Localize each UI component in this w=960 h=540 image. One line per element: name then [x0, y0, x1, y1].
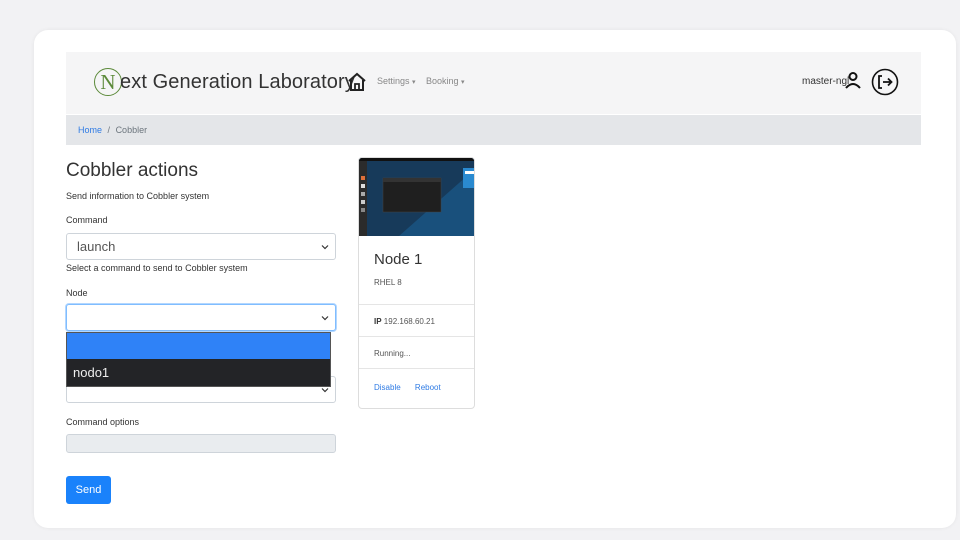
node-name: Node 1: [374, 251, 423, 268]
page-title: Cobbler actions: [66, 160, 199, 181]
node-os: RHEL 8: [374, 278, 402, 287]
brand-logo[interactable]: N ext Generation Laboratory: [94, 68, 355, 96]
caret-down-icon: ▾: [412, 79, 416, 86]
send-button[interactable]: Send: [66, 476, 111, 504]
brand-initial: N: [94, 68, 122, 96]
reboot-link[interactable]: Reboot: [415, 383, 441, 392]
node-card: Node 1 RHEL 8 IP 192.168.60.21 Running..…: [358, 157, 475, 409]
node-select[interactable]: [66, 304, 336, 331]
brand-text: ext Generation Laboratory: [120, 70, 355, 93]
chevron-down-icon: [321, 315, 329, 320]
node-ip-label: IP: [374, 317, 382, 326]
navbar: N ext Generation Laboratory Settings ▾ B…: [66, 52, 921, 114]
node-ip-row: IP 192.168.60.21: [359, 304, 474, 336]
node-ip: 192.168.60.21: [383, 317, 435, 326]
breadcrumb-current: Cobbler: [115, 125, 148, 135]
command-options-input: [66, 434, 336, 453]
breadcrumb-separator: /: [107, 125, 111, 135]
dropdown-option-empty[interactable]: [67, 333, 330, 359]
command-select[interactable]: launch: [66, 233, 336, 260]
disable-link[interactable]: Disable: [374, 383, 401, 392]
node-screenshot-thumbnail: [359, 158, 474, 236]
command-select-value: launch: [77, 239, 116, 254]
username[interactable]: master-ngl: [802, 76, 849, 87]
command-label: Command: [66, 215, 108, 225]
settings-menu[interactable]: Settings ▾: [377, 76, 416, 86]
breadcrumb-home-link[interactable]: Home: [78, 125, 102, 135]
form-subtitle: Send information to Cobbler system: [66, 191, 210, 201]
home-icon[interactable]: [347, 72, 367, 92]
node-actions-row: Disable Reboot: [359, 368, 474, 408]
breadcrumb: Home / Cobbler: [66, 115, 921, 145]
node-dropdown-list: nodo1: [66, 332, 331, 387]
user-icon[interactable]: [844, 71, 862, 89]
dropdown-option-nodo1[interactable]: nodo1: [67, 359, 330, 386]
command-help: Select a command to send to Cobbler syst…: [66, 263, 248, 273]
caret-down-icon: ▾: [461, 79, 465, 86]
booking-menu[interactable]: Booking ▾: [426, 76, 465, 86]
logout-icon[interactable]: [871, 68, 899, 96]
node-label: Node: [66, 288, 88, 298]
booking-label: Booking: [426, 76, 459, 86]
command-options-label: Command options: [66, 417, 140, 427]
settings-label: Settings: [377, 76, 410, 86]
node-status-row: Running...: [359, 336, 474, 368]
node-status: Running...: [374, 349, 411, 358]
chevron-down-icon: [321, 244, 329, 249]
